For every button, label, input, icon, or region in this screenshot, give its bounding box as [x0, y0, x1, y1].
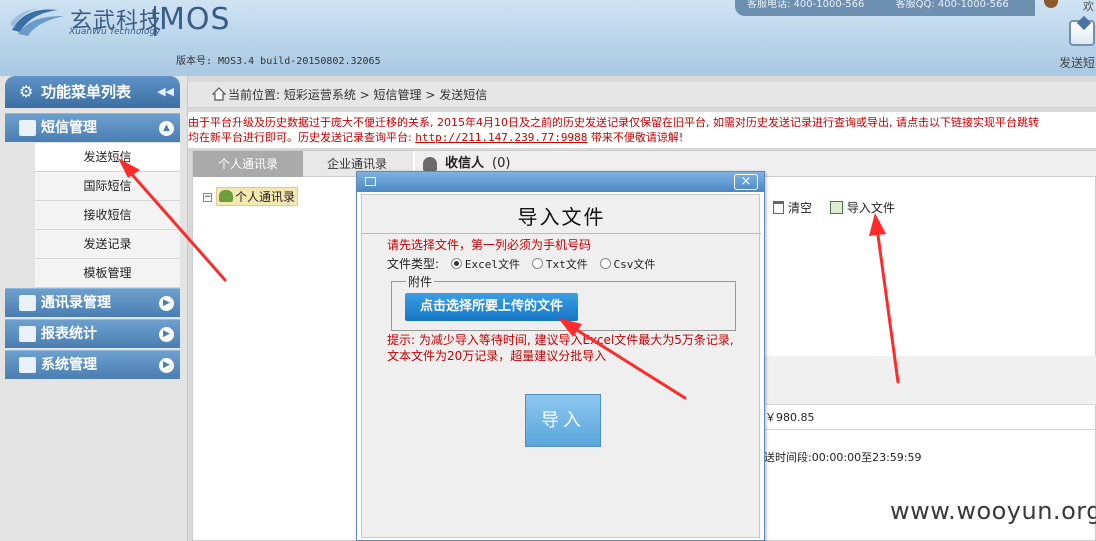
migration-notice: 由于平台升级及历史数据过于庞大不便迁移的关系, 2015年4月10日及之前的历史… — [188, 112, 1096, 148]
send-sms-icon — [1069, 20, 1095, 46]
home-icon — [212, 87, 226, 101]
system-icon — [19, 357, 36, 373]
import-tip-line-2: 文本文件为20万记录，超量建议分批导入 — [387, 349, 607, 363]
app-header: 客服电话: 400-1000-566 客服QQ: 400-1000-566 欢 … — [0, 0, 1096, 76]
sidebar-item-intl-sms[interactable]: 国际短信 — [35, 172, 180, 201]
import-icon — [829, 201, 843, 214]
clear-button[interactable]: 清空 — [773, 199, 812, 216]
sidebar-group-sms[interactable]: 短信管理 ▲ — [5, 113, 180, 142]
sidebar-group-label: 通讯录管理 — [41, 295, 111, 311]
sidebar-group-label: 系统管理 — [41, 357, 97, 373]
menu-title-label: 功能菜单列表 — [41, 83, 132, 101]
contact-tree: − 个人通讯录 — [203, 187, 299, 206]
watermark: www.wooyun.org — [890, 497, 1096, 525]
gear-icon: ⚙ — [19, 82, 34, 101]
radio-txt-label: Txt文件 — [545, 258, 588, 271]
file-type-label: 文件类型: — [387, 257, 440, 271]
send-time-window: 送时间段:00:00:00至23:59:59 — [764, 451, 922, 464]
import-tip-line-1: 提示: 为减少导入等待时间, 建议导入Excel文件最大为5万条记录, — [387, 333, 734, 347]
brand-divider — [154, 6, 156, 36]
send-sms-shortcut-label: 发送短 — [1059, 56, 1096, 70]
user-avatar-icon[interactable] — [1044, 0, 1058, 8]
chevron-right-icon[interactable]: ▶ — [159, 327, 174, 342]
breadcrumb: 当前位置: 短彩运营系统 > 短信管理 > 发送短信 — [188, 82, 1096, 108]
import-file-button[interactable]: 导入文件 — [829, 199, 895, 216]
notice-line-1: 由于平台升级及历史数据过于庞大不便迁移的关系, 2015年4月10日及之前的历史… — [188, 116, 1039, 129]
service-phone: 客服电话: 400-1000-566 — [747, 0, 865, 10]
person-icon — [423, 157, 437, 171]
notice-line-2-suffix: 带来不便敬请谅解! — [587, 131, 684, 144]
sidebar-item-send-sms[interactable]: 发送短信 — [35, 143, 180, 172]
import-tip: 提示: 为减少导入等待时间, 建议导入Excel文件最大为5万条记录, 文本文件… — [387, 332, 747, 364]
trash-icon — [773, 201, 784, 214]
recipient-actions: 清空 导入文件 — [773, 199, 909, 216]
version-label: 版本号: MOS3.4 build-20150802.32065 — [176, 56, 381, 67]
tree-node-label: 个人通讯录 — [235, 190, 296, 204]
notice-line-2-prefix: 均在新平台进行即可。历史发送记录查询平台: — [188, 131, 416, 144]
balance-row: ￥980.85 — [763, 404, 1096, 430]
menu-title: ⚙ 功能菜单列表 ◀◀ — [5, 76, 180, 108]
recipients-label: 收信人 — [445, 156, 485, 171]
radio-excel-label: Excel文件 — [464, 258, 520, 271]
sidebar-group-contacts[interactable]: 通讯录管理 ▶ — [5, 288, 180, 317]
send-sms-shortcut[interactable]: 发送短 — [1058, 20, 1096, 72]
notice-line-2: 均在新平台进行即可。历史发送记录查询平台: http://211.147.239… — [188, 130, 1096, 145]
users-icon — [219, 190, 233, 202]
import-file-label: 导入文件 — [846, 201, 895, 215]
chevron-right-icon[interactable]: ▶ — [159, 296, 174, 311]
dialog-title: 导入文件 — [517, 205, 606, 229]
clear-label: 清空 — [788, 201, 813, 215]
sidebar-item-receive-sms[interactable]: 接收短信 — [35, 201, 180, 230]
dialog-hint: 请先选择文件，第一列必须为手机号码 — [387, 238, 592, 252]
radio-excel[interactable] — [450, 258, 462, 269]
contacts-icon — [19, 295, 36, 311]
sidebar-group-label: 短信管理 — [41, 120, 97, 136]
import-button[interactable]: 导入 — [525, 394, 601, 447]
user-greeting: 欢 — [1083, 0, 1094, 13]
chevron-right-icon[interactable]: ▶ — [159, 358, 174, 373]
close-icon[interactable]: × — [734, 174, 758, 190]
contact-strip: 客服电话: 400-1000-566 客服QQ: 400-1000-566 — [735, 0, 1035, 16]
breadcrumb-text: 当前位置: 短彩运营系统 > 短信管理 > 发送短信 — [228, 88, 488, 102]
radio-csv-label: Csv文件 — [613, 258, 656, 271]
history-platform-link[interactable]: http://211.147.239.77:9988 — [415, 131, 587, 144]
balance-value: ￥980.85 — [765, 411, 815, 424]
product-name: MOS — [159, 2, 231, 37]
sidebar-group-reports[interactable]: 报表统计 ▶ — [5, 319, 180, 348]
chevron-up-icon[interactable]: ▲ — [159, 121, 174, 136]
attachment-legend: 附件 — [406, 273, 435, 290]
tree-collapse-icon[interactable]: − — [203, 193, 212, 202]
tab-personal-contacts[interactable]: 个人通讯录 — [193, 151, 303, 177]
choose-file-button[interactable]: 点击选择所要上传的文件 — [405, 293, 578, 321]
radio-txt[interactable] — [531, 258, 543, 269]
tree-node-personal[interactable]: 个人通讯录 — [216, 187, 299, 206]
xuanwu-logo-icon — [10, 8, 64, 36]
sms-icon — [19, 120, 36, 136]
recipients-count: (0) — [492, 156, 511, 171]
dialog-titlebar[interactable]: × — [357, 172, 764, 192]
window-icon — [365, 177, 376, 186]
info-band — [763, 356, 1096, 404]
sidebar-item-send-records[interactable]: 发送记录 — [35, 230, 180, 259]
sidebar-group-system[interactable]: 系统管理 ▶ — [5, 350, 180, 379]
radio-csv[interactable] — [599, 258, 611, 269]
report-icon — [19, 326, 36, 342]
sidebar-group-label: 报表统计 — [41, 326, 97, 342]
sidebar-item-templates[interactable]: 模板管理 — [35, 259, 180, 288]
attachment-fieldset: 附件 点击选择所要上传的文件 — [391, 273, 736, 331]
dialog-body: 导入文件 请先选择文件，第一列必须为手机号码 文件类型: Excel文件 Txt… — [361, 194, 761, 538]
sidebar: ⚙ 功能菜单列表 ◀◀ 短信管理 ▲ 发送短信 国际短信 接收短信 发送记录 模… — [0, 76, 188, 541]
service-qq: 客服QQ: 400-1000-566 — [895, 0, 1009, 10]
file-type-row: 文件类型: Excel文件 Txt文件 Csv文件 — [387, 255, 655, 272]
collapse-sidebar-icon[interactable]: ◀◀ — [157, 84, 174, 100]
brand-name-en: XuanWu Technology — [69, 27, 161, 37]
import-file-dialog: × 导入文件 请先选择文件，第一列必须为手机号码 文件类型: Excel文件 T… — [356, 171, 765, 541]
dialog-divider — [362, 233, 761, 234]
